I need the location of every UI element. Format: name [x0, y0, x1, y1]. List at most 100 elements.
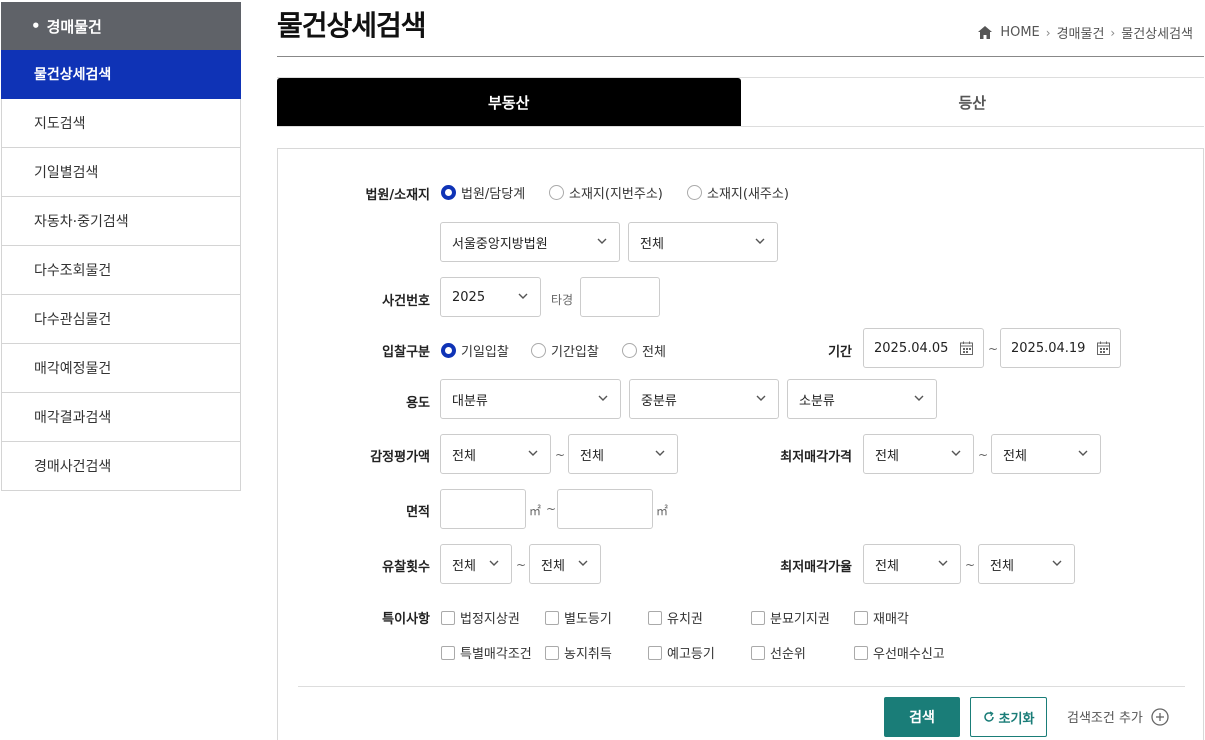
radio-unchecked-icon [622, 343, 637, 358]
radio-label: 소재지(지번주소) [569, 187, 663, 202]
checkbox-icon [545, 645, 559, 660]
use-minor-select[interactable]: 소분류 [787, 379, 937, 419]
checkbox-priority-purchase[interactable]: 우선매수신고 [854, 643, 945, 662]
radio-date-bid[interactable]: 기일입찰 [441, 341, 509, 360]
period-from-value: 2025.04.05 [874, 340, 949, 356]
min-rate-from-select[interactable]: 전체 [863, 544, 961, 584]
checkbox-icon [751, 610, 765, 625]
chevron-down-icon [1052, 560, 1062, 566]
area-to-input[interactable] [557, 489, 653, 529]
checkbox-lien[interactable]: 유치권 [648, 608, 703, 627]
fail-to-value: 전체 [541, 558, 565, 574]
checkbox-senior[interactable]: 선순위 [751, 643, 806, 662]
tab-movable[interactable]: 등산 [740, 78, 1204, 126]
checkbox-label: 별도등기 [564, 612, 612, 627]
sidebar-item-date-search[interactable]: 기일별검색 [1, 148, 241, 197]
min-price-from-value: 전체 [875, 448, 899, 464]
chevron-down-icon [655, 450, 665, 456]
chevron-down-icon [489, 560, 499, 566]
checkbox-notice-registry[interactable]: 예고등기 [648, 643, 715, 662]
calendar-icon[interactable] [1097, 341, 1110, 355]
dept-select[interactable]: 전체 [628, 222, 778, 262]
radio-all-bid[interactable]: 전체 [622, 341, 666, 360]
radio-road-address[interactable]: 소재지(새주소) [687, 183, 789, 202]
checkbox-separate-registry[interactable]: 별도등기 [545, 608, 612, 627]
period-from-input[interactable]: 2025.04.05 [863, 328, 984, 368]
checkbox-resale[interactable]: 재매각 [854, 608, 909, 627]
sidebar-item-case-search[interactable]: 경매사건검색 [1, 442, 241, 491]
checkbox-icon [441, 645, 455, 660]
chevron-down-icon [598, 395, 608, 401]
checkbox-grave-base[interactable]: 분묘기지권 [751, 608, 830, 627]
search-button[interactable]: 검색 [884, 697, 960, 737]
checkbox-legal-superficies[interactable]: 법정지상권 [441, 608, 520, 627]
fail-to-select[interactable]: 전체 [529, 544, 601, 584]
min-rate-label: 최저매각가율 [780, 560, 852, 575]
area-from-input[interactable] [440, 489, 526, 529]
checkbox-icon [545, 610, 559, 625]
period-label: 기간 [828, 345, 852, 360]
add-condition-button[interactable]: 검색조건 추가 [1067, 707, 1169, 726]
case-number-input[interactable] [580, 277, 660, 317]
radio-checked-icon [441, 185, 456, 200]
sidebar-item-upcoming-sale[interactable]: 매각예정물건 [1, 344, 241, 393]
min-price-from-select[interactable]: 전체 [863, 434, 974, 474]
case-type-label: 타경 [551, 293, 574, 307]
sidebar-header-label: 경매물건 [46, 17, 102, 36]
min-price-to-select[interactable]: 전체 [991, 434, 1101, 474]
radio-lot-address[interactable]: 소재지(지번주소) [549, 183, 663, 202]
appraisal-to-select[interactable]: 전체 [568, 434, 678, 474]
radio-unchecked-icon [687, 185, 702, 200]
checkbox-label: 농지취득 [564, 647, 612, 662]
chevron-down-icon [914, 395, 924, 401]
reset-button[interactable]: 초기화 [970, 697, 1047, 737]
checkbox-icon [751, 645, 765, 660]
chevron-down-icon [755, 238, 765, 244]
use-major-select[interactable]: 대분류 [440, 379, 621, 419]
chevron-right-icon: › [1110, 25, 1116, 40]
fail-tilde: ~ [516, 558, 527, 572]
use-major-value: 대분류 [452, 393, 488, 409]
period-to-input[interactable]: 2025.04.19 [1000, 328, 1121, 368]
breadcrumb-home[interactable]: HOME [1000, 25, 1039, 40]
sidebar-item-sale-result[interactable]: 매각결과검색 [1, 393, 241, 442]
sidebar-item-detail-search[interactable]: 물건상세검색 [1, 50, 241, 99]
sidebar-item-vehicle-search[interactable]: 자동차·중기검색 [1, 197, 241, 246]
period-tilde: ~ [988, 342, 999, 356]
court-select[interactable]: 서울중앙지방법원 [440, 222, 620, 262]
sidebar-item-label: 매각예정물건 [34, 361, 112, 377]
dept-select-value: 전체 [640, 236, 664, 252]
special-label: 특이사항 [382, 612, 430, 627]
radio-checked-icon [441, 343, 456, 358]
sidebar-header: • 경매물건 [1, 2, 241, 50]
min-rate-to-select[interactable]: 전체 [978, 544, 1075, 584]
sidebar-item-most-viewed[interactable]: 다수조회물건 [1, 246, 241, 295]
appraisal-from-select[interactable]: 전체 [440, 434, 551, 474]
sidebar-item-most-interested[interactable]: 다수관심물건 [1, 295, 241, 344]
checkbox-label: 우선매수신고 [873, 647, 945, 662]
radio-unchecked-icon [549, 185, 564, 200]
sidebar-item-label: 물건상세검색 [34, 67, 112, 83]
chevron-down-icon [1078, 450, 1088, 456]
refresh-icon [983, 711, 994, 722]
checkbox-farmland[interactable]: 농지취득 [545, 643, 612, 662]
fail-from-select[interactable]: 전체 [440, 544, 512, 584]
case-number-label: 사건번호 [382, 294, 430, 309]
area-unit-to: ㎡ [656, 504, 669, 518]
bullet-icon: • [31, 17, 41, 35]
chevron-down-icon [518, 293, 528, 299]
sidebar-item-map-search[interactable]: 지도검색 [1, 99, 241, 148]
radio-period-bid[interactable]: 기간입찰 [531, 341, 599, 360]
sidebar-item-label: 기일별검색 [34, 165, 99, 181]
checkbox-label: 법정지상권 [460, 612, 520, 627]
use-middle-select[interactable]: 중분류 [629, 379, 779, 419]
breadcrumb-auction[interactable]: 경매물건 [1057, 23, 1105, 42]
tab-real-estate[interactable]: 부동산 [277, 78, 741, 126]
area-label: 면적 [406, 505, 430, 520]
min-rate-tilde: ~ [965, 558, 976, 572]
radio-court-dept[interactable]: 법원/담당계 [441, 183, 525, 202]
calendar-icon[interactable] [960, 341, 973, 355]
area-unit-from: ㎡ [529, 504, 542, 518]
case-year-select[interactable]: 2025 [440, 277, 541, 317]
checkbox-special-sale[interactable]: 특별매각조건 [441, 643, 532, 662]
